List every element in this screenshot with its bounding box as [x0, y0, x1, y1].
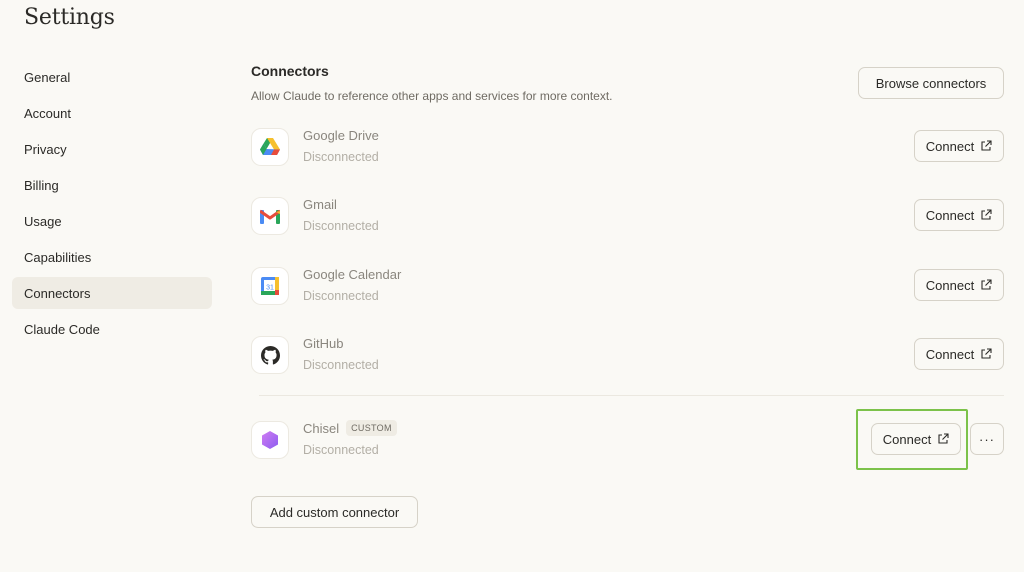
connect-label: Connect: [925, 138, 975, 154]
sidebar: General Account Privacy Billing Usage Ca…: [12, 61, 212, 349]
connect-label: Connect: [925, 277, 975, 293]
sidebar-item-capabilities[interactable]: Capabilities: [12, 241, 212, 273]
connector-name: Google Calendar: [303, 266, 402, 282]
connector-status: Disconnected: [303, 219, 379, 233]
connector-row-google-calendar: 31 Google Calendar Disconnected Connect: [251, 266, 1005, 324]
connectors-panel: Connectors Allow Claude to reference oth…: [251, 0, 1005, 572]
page-title: Settings: [24, 5, 115, 30]
connector-name: Gmail: [303, 196, 337, 212]
chisel-icon: [251, 421, 289, 459]
external-link-icon: [981, 209, 992, 220]
browse-connectors-button[interactable]: Browse connectors: [858, 67, 1004, 99]
connector-row-gmail: Gmail Disconnected Connect: [251, 196, 1005, 254]
add-custom-connector-button[interactable]: Add custom connector: [251, 496, 418, 528]
external-link-icon: [938, 433, 949, 444]
section-description: Allow Claude to reference other apps and…: [251, 89, 613, 103]
connect-button-github[interactable]: Connect: [914, 338, 1004, 370]
connector-name: Chisel: [303, 420, 340, 436]
sidebar-item-claude-code[interactable]: Claude Code: [12, 313, 212, 345]
connector-name: GitHub: [303, 335, 344, 351]
connect-label: Connect: [925, 207, 975, 223]
external-link-icon: [981, 348, 992, 359]
connector-row-github: GitHub Disconnected Connect: [251, 335, 1005, 393]
connect-button-google-drive[interactable]: Connect: [914, 130, 1004, 162]
connector-row-google-drive: Google Drive Disconnected Connect: [251, 127, 1005, 185]
settings-page: Settings General Account Privacy Billing…: [0, 0, 1024, 572]
more-options-button[interactable]: ···: [970, 423, 1004, 455]
external-link-icon: [981, 279, 992, 290]
section-title: Connectors: [251, 63, 329, 79]
connector-name: Google Drive: [303, 127, 379, 143]
sidebar-item-usage[interactable]: Usage: [12, 205, 212, 237]
sidebar-item-general[interactable]: General: [12, 61, 212, 93]
connector-status: Disconnected: [303, 289, 379, 303]
custom-badge: CUSTOM: [346, 420, 397, 436]
connect-label: Connect: [882, 431, 932, 447]
gmail-icon: [251, 197, 289, 235]
google-calendar-icon: 31: [251, 267, 289, 305]
sidebar-item-account[interactable]: Account: [12, 97, 212, 129]
connector-status: Disconnected: [303, 443, 379, 457]
connect-button-chisel[interactable]: Connect: [871, 423, 961, 455]
svg-text:31: 31: [266, 284, 274, 291]
google-drive-icon: [251, 128, 289, 166]
connect-button-gmail[interactable]: Connect: [914, 199, 1004, 231]
connect-button-google-calendar[interactable]: Connect: [914, 269, 1004, 301]
connect-label: Connect: [925, 346, 975, 362]
connector-status: Disconnected: [303, 150, 379, 164]
connector-status: Disconnected: [303, 358, 379, 372]
sidebar-item-privacy[interactable]: Privacy: [12, 133, 212, 165]
github-icon: [251, 336, 289, 374]
sidebar-item-billing[interactable]: Billing: [12, 169, 212, 201]
divider: [259, 395, 1004, 396]
external-link-icon: [981, 140, 992, 151]
sidebar-item-connectors[interactable]: Connectors: [12, 277, 212, 309]
